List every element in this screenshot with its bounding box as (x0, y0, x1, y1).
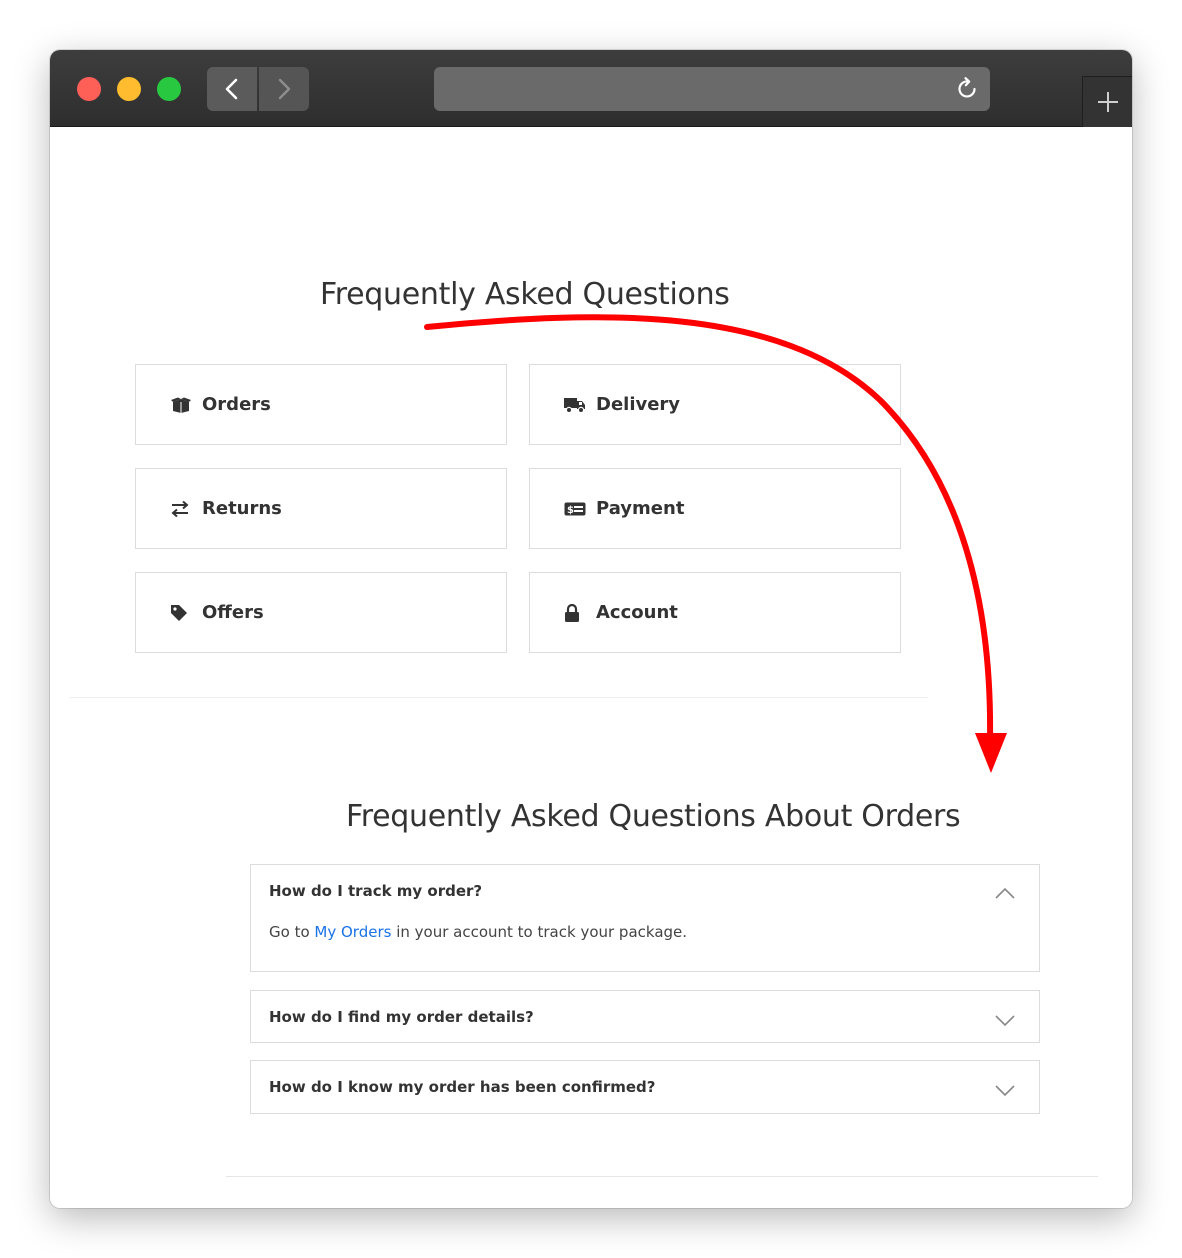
faq-answer: Go to My Orders in your account to track… (269, 923, 687, 941)
section-divider (226, 1176, 1098, 1177)
close-window-button[interactable] (77, 77, 101, 101)
my-orders-link[interactable]: My Orders (314, 923, 391, 941)
back-button[interactable] (207, 67, 257, 111)
category-tile-orders[interactable]: Orders (135, 364, 507, 445)
faq-item[interactable]: How do I find my order details? (250, 990, 1040, 1043)
exchange-icon (170, 499, 192, 519)
forward-button[interactable] (259, 67, 309, 111)
faq-answer-text: Go to (269, 923, 315, 941)
section-divider (70, 697, 928, 698)
faq-question[interactable]: How do I find my order details? (269, 1008, 534, 1026)
category-label: Orders (202, 394, 271, 415)
category-tile-account[interactable]: Account (529, 572, 901, 653)
page-content: Frequently Asked Questions Orders Delive… (50, 127, 1132, 1208)
browser-window: Frequently Asked Questions Orders Delive… (50, 50, 1132, 1208)
section-title: Frequently Asked Questions About Orders (346, 799, 961, 834)
category-tile-offers[interactable]: Offers (135, 572, 507, 653)
tag-icon (170, 603, 192, 623)
faq-question[interactable]: How do I track my order? (269, 882, 482, 900)
plus-icon (1097, 92, 1118, 112)
category-label: Payment (596, 498, 685, 519)
chevron-down-icon[interactable] (995, 1085, 1015, 1097)
truck-icon (564, 395, 586, 415)
category-label: Account (596, 602, 678, 623)
category-tile-returns[interactable]: Returns (135, 468, 507, 549)
chevron-up-icon[interactable] (995, 887, 1015, 899)
category-label: Delivery (596, 394, 681, 415)
chevron-down-icon[interactable] (995, 1015, 1015, 1027)
category-tile-delivery[interactable]: Delivery (529, 364, 901, 445)
page-title: Frequently Asked Questions (320, 277, 730, 312)
new-tab-button[interactable] (1082, 76, 1132, 127)
faq-item-expanded: How do I track my order? Go to My Orders… (250, 864, 1040, 972)
box-open-icon (170, 395, 192, 415)
reload-icon[interactable] (954, 76, 980, 102)
lock-icon (564, 603, 586, 623)
faq-item[interactable]: How do I know my order has been confirme… (250, 1060, 1040, 1114)
maximize-window-button[interactable] (157, 77, 181, 101)
minimize-window-button[interactable] (117, 77, 141, 101)
faq-question[interactable]: How do I know my order has been confirme… (269, 1078, 655, 1096)
chevron-left-icon (225, 78, 238, 100)
category-label: Returns (202, 498, 282, 519)
svg-text:$: $ (567, 505, 574, 516)
browser-titlebar (50, 50, 1132, 127)
address-bar[interactable] (434, 67, 990, 111)
category-label: Offers (202, 602, 264, 623)
chevron-right-icon (278, 78, 291, 100)
faq-answer-text: in your account to track your package. (391, 923, 688, 941)
money-bill-icon: $ (564, 499, 586, 519)
category-tile-payment[interactable]: $ Payment (529, 468, 901, 549)
